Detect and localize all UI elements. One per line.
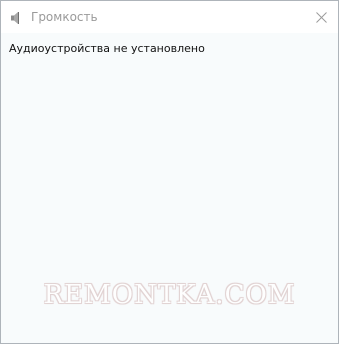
title-bar[interactable]: Громкость [1,1,338,33]
close-button[interactable] [304,1,338,33]
watermark: REMONTKA.COM [43,280,296,310]
no-audio-device-message: Аудиоустройства не установлено [9,42,205,55]
speaker-icon [10,10,23,24]
close-icon [315,11,327,23]
window-title: Громкость [31,10,98,24]
volume-window: Громкость Аудиоустройства не установлено… [0,0,339,344]
